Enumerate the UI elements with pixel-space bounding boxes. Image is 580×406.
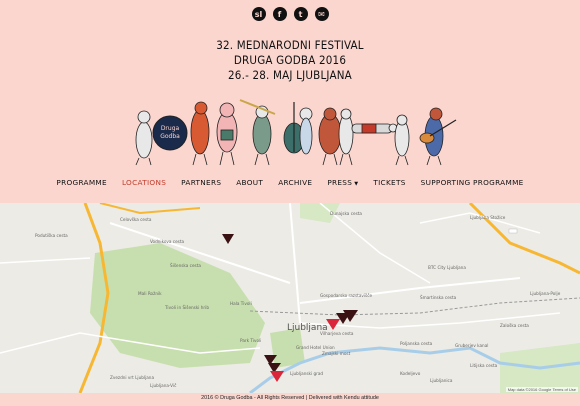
map-label: Litijska cesta	[470, 363, 498, 368]
nav-partners[interactable]: Partners	[181, 178, 221, 187]
map-label: Gospodarsko razstavišče	[320, 293, 373, 298]
goat-figure	[338, 108, 354, 166]
festival-title-line-2: Druga godba 2016	[233, 53, 347, 67]
main-nav: Programme Locations Partners About Archi…	[0, 178, 580, 187]
map-label: Celovška cesta	[120, 217, 152, 222]
trombone-player	[239, 99, 276, 166]
hedgehog-figure	[318, 107, 342, 166]
badge-text-2: Godba	[160, 133, 180, 140]
animal-figure-1	[135, 110, 153, 166]
pig-figure	[216, 102, 238, 166]
map-label: Ljubljanski grad	[290, 371, 324, 376]
nav-about[interactable]: About	[236, 178, 263, 187]
nav-press[interactable]: Press ▼	[327, 178, 358, 187]
map-label: Dunajska cesta	[330, 211, 362, 216]
map-label: Poljanska cesta	[400, 341, 433, 346]
map-label: Šišenska cesta	[170, 263, 201, 268]
social-links: sl f t ✉	[0, 7, 580, 21]
festival-title-line-3: 26.- 28. maj Ljubljana	[228, 68, 352, 82]
map-label: Podutiška cesta	[35, 233, 68, 238]
map-data-text: Map data ©2016 Google	[507, 387, 552, 392]
lying-figure	[351, 123, 398, 134]
map-label: Mali Rožnik	[138, 291, 162, 296]
highway-east	[468, 203, 580, 275]
footer-text: 2016 © Druga Godba - All Rights Reserved…	[201, 395, 379, 401]
map-label: Vodnikova cesta	[150, 239, 185, 244]
map-label: Zmajski most	[322, 351, 351, 356]
map-label: Ljubljana-Vič	[150, 383, 177, 388]
bass-player	[283, 102, 313, 155]
nav-archive[interactable]: Archive	[278, 178, 312, 187]
nav-press-label: Press	[327, 178, 353, 187]
nav-programme[interactable]: Programme	[56, 178, 107, 187]
dog-figure	[394, 114, 410, 166]
sl-language-icon[interactable]: sl	[251, 7, 266, 21]
fox-figure	[190, 101, 210, 166]
map-label: Ljubljanica	[430, 378, 453, 383]
facebook-icon[interactable]: f	[272, 7, 287, 21]
chevron-down-icon: ▼	[354, 181, 359, 187]
twitter-icon[interactable]: t	[293, 7, 308, 21]
map-label: Grand Hotel Union	[296, 345, 335, 350]
map-label: Zvezdni vrt Ljubljana	[110, 375, 155, 380]
map-label: Gruberjev kanal	[455, 343, 489, 348]
venue-marker[interactable]	[222, 234, 234, 244]
nav-supporting-programme[interactable]: Supporting programme	[421, 178, 524, 187]
email-icon[interactable]: ✉	[314, 7, 329, 21]
musicians-illustration[interactable]: Druga Godba	[0, 92, 580, 168]
highway-north	[99, 203, 201, 215]
nav-locations[interactable]: Locations	[122, 178, 166, 187]
map-label: Kodeljevo	[400, 371, 421, 376]
map-attribution: Map data ©2016 Google Terms of Use	[505, 387, 578, 392]
road-7	[0, 257, 91, 264]
map-label: BTC City Ljubljana	[428, 265, 466, 270]
road-2	[289, 203, 301, 324]
map-label: Ljubljana-Polje	[530, 291, 561, 296]
map-label: Hala Tivoli	[230, 301, 252, 306]
highway-badge	[508, 228, 518, 234]
map-label: Park Tivoli	[240, 338, 262, 343]
guitar-player	[419, 107, 457, 166]
road-3	[299, 277, 521, 304]
map-label: Zaloška cesta	[500, 323, 529, 328]
badge-text-1: Druga	[161, 125, 180, 132]
map-label: Vilharjeva cesta	[320, 331, 354, 336]
logo-badge: Druga Godba	[152, 115, 188, 151]
festival-title: 32. Mednarodni festival Druga godba 2016…	[0, 38, 580, 83]
map-label: Ljubljana Stožice	[470, 215, 506, 220]
map-terms-link[interactable]: Terms of Use	[552, 387, 576, 392]
nav-tickets[interactable]: Tickets	[373, 178, 405, 187]
festival-title-line-1: 32. Mednarodni festival	[216, 38, 364, 52]
locations-map[interactable]: Ljubljana Celovška cesta Vodnikova cesta…	[0, 203, 580, 393]
map-label: Šmartinska cesta	[420, 295, 457, 300]
map-label: Tivoli in Šišenski hrib	[165, 305, 209, 310]
